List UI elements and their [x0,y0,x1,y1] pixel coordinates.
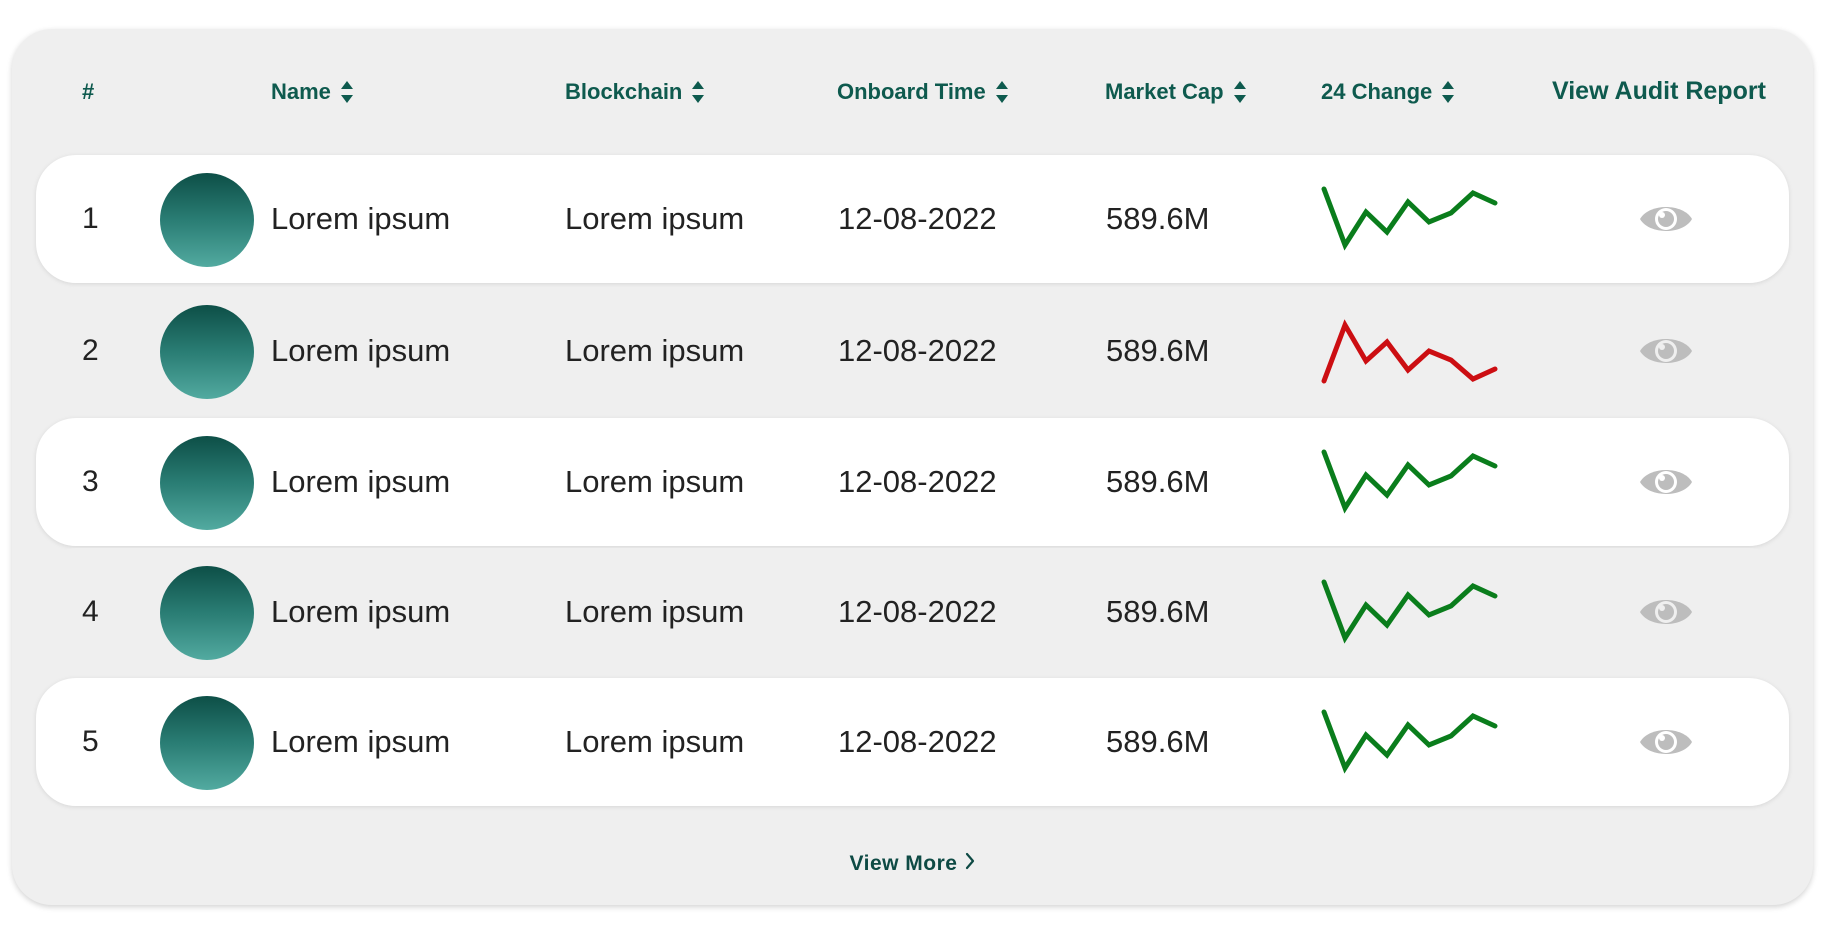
token-blockchain: Lorem ipsum [565,333,745,368]
header-name-label: Name [271,78,331,104]
sort-arrows-icon[interactable] [340,79,354,105]
token-avatar [160,696,254,790]
header-24-change-label: 24 Change [1321,78,1433,104]
header-name[interactable]: Name [271,29,354,154]
sparkline-down [1321,319,1498,384]
header-index-label: # [82,78,95,104]
table-row[interactable]: 3 Lorem ipsum Lorem ipsum 12-08-2022 589… [36,418,1789,546]
row-index: 2 [82,334,99,367]
table-row[interactable]: 1 Lorem ipsum Lorem ipsum 12-08-2022 589… [36,155,1789,283]
header-blockchain[interactable]: Blockchain [565,29,705,154]
sparkline-up [1321,709,1498,774]
sort-arrows-icon[interactable] [1441,79,1455,105]
token-name: Lorem ipsum [271,724,451,759]
token-onboard-time: 12-08-2022 [838,594,997,629]
token-blockchain: Lorem ipsum [565,724,745,759]
token-market-cap: 589.6M [1106,464,1210,499]
token-name: Lorem ipsum [271,464,451,499]
token-table-card: # Name Blockchain Onboard Time Market Ca… [12,29,1813,905]
header-onboard-time-label: Onboard Time [837,78,986,104]
row-index: 3 [82,465,99,498]
token-name: Lorem ipsum [271,333,451,368]
header-view-audit-report: View Audit Report [1552,29,1766,154]
table-row[interactable]: 5 Lorem ipsum Lorem ipsum 12-08-2022 589… [36,678,1789,806]
eye-icon[interactable] [1638,197,1694,241]
eye-icon[interactable] [1638,460,1694,504]
header-blockchain-label: Blockchain [565,78,683,104]
token-avatar [160,305,254,399]
token-name: Lorem ipsum [271,201,451,236]
token-market-cap: 589.6M [1106,201,1210,236]
token-onboard-time: 12-08-2022 [838,201,997,236]
sort-arrows-icon[interactable] [995,79,1009,105]
token-onboard-time: 12-08-2022 [838,333,997,368]
header-index: # [82,29,94,154]
table-row[interactable]: 2 Lorem ipsum Lorem ipsum 12-08-2022 589… [36,287,1789,415]
chevron-right-icon [965,849,975,879]
token-blockchain: Lorem ipsum [565,594,745,629]
token-avatar [160,436,254,530]
token-blockchain: Lorem ipsum [565,201,745,236]
token-market-cap: 589.6M [1106,333,1210,368]
sparkline-up [1321,449,1498,514]
token-market-cap: 589.6M [1106,594,1210,629]
token-onboard-time: 12-08-2022 [838,724,997,759]
header-onboard-time[interactable]: Onboard Time [837,29,1009,154]
row-index: 1 [82,202,99,235]
sparkline-up [1321,579,1498,644]
sort-arrows-icon[interactable] [1233,79,1247,105]
view-more-label: View More [849,852,958,875]
view-more-link[interactable]: View More [12,849,1813,879]
sort-arrows-icon[interactable] [691,79,705,105]
token-blockchain: Lorem ipsum [565,464,745,499]
header-24-change[interactable]: 24 Change [1321,29,1455,154]
token-onboard-time: 12-08-2022 [838,464,997,499]
token-avatar [160,173,254,267]
header-market-cap-label: Market Cap [1105,78,1224,104]
token-avatar [160,566,254,660]
table-header: # Name Blockchain Onboard Time Market Ca… [12,29,1813,154]
header-audit-label: View Audit Report [1552,77,1766,105]
eye-icon[interactable] [1638,590,1694,634]
sparkline-up [1321,186,1498,251]
row-index: 5 [82,725,99,758]
token-market-cap: 589.6M [1106,724,1210,759]
token-name: Lorem ipsum [271,594,451,629]
table-row[interactable]: 4 Lorem ipsum Lorem ipsum 12-08-2022 589… [36,548,1789,676]
header-market-cap[interactable]: Market Cap [1105,29,1247,154]
eye-icon[interactable] [1638,720,1694,764]
eye-icon[interactable] [1638,329,1694,373]
row-index: 4 [82,595,99,628]
